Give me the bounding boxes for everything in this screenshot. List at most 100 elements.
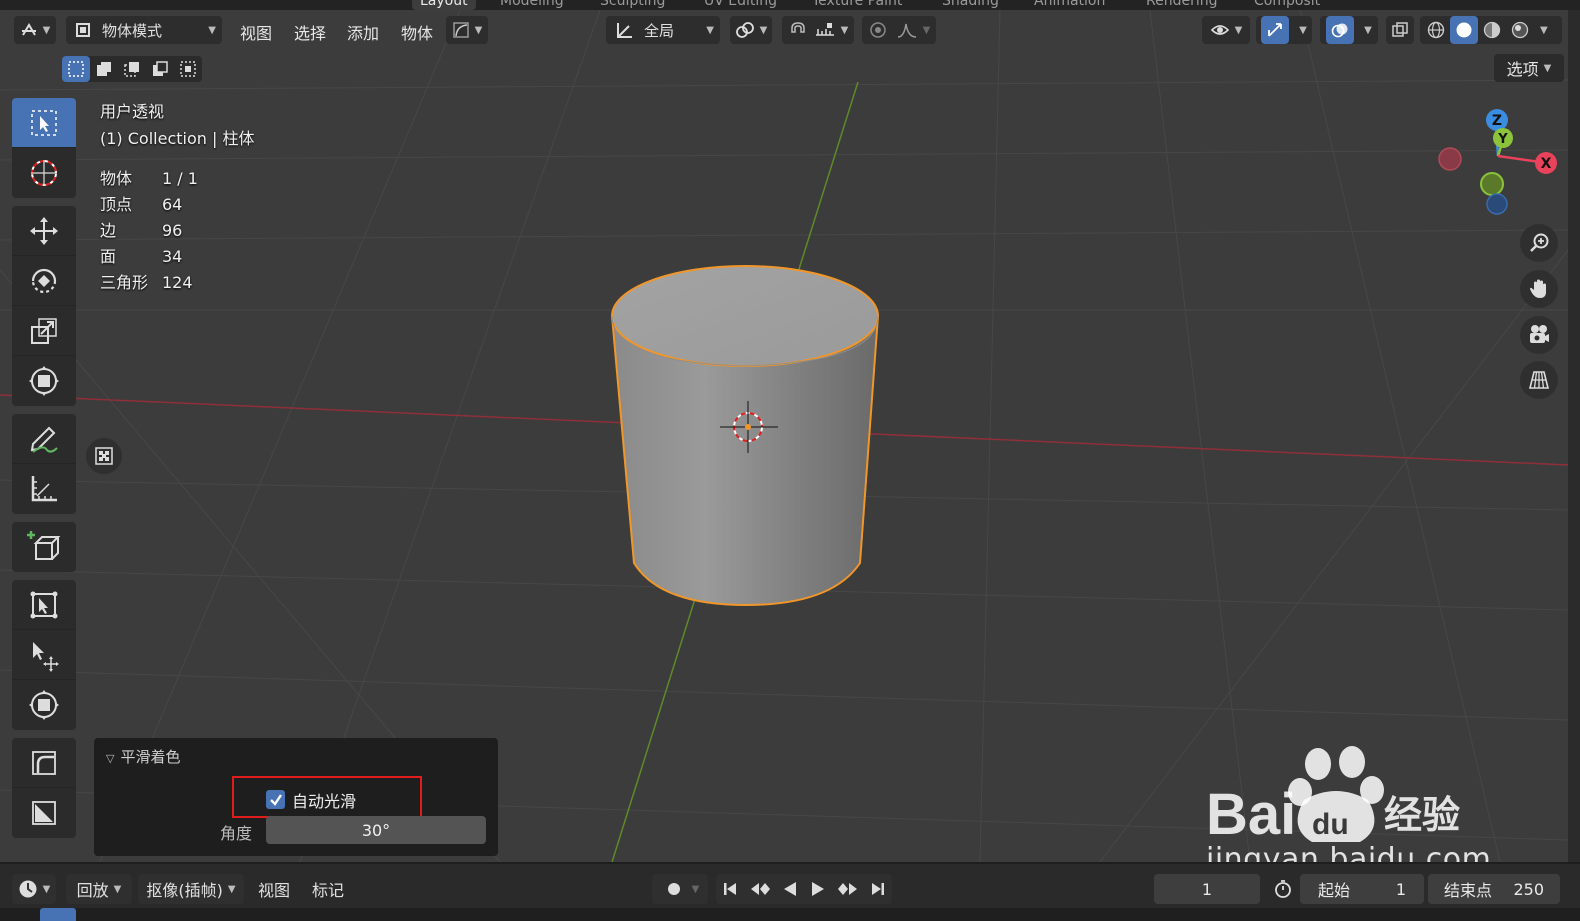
shading-rendered[interactable] [1506,16,1534,44]
perspective-toggle-button[interactable] [1520,361,1558,399]
toolbar-collapse-button[interactable] [86,438,122,474]
cursor-icon [31,160,57,186]
shading-solid[interactable] [1450,16,1478,44]
tool-transform[interactable] [12,356,76,406]
preview-range-toggle[interactable] [1268,874,1298,904]
tool-shrink[interactable] [12,788,76,838]
xray-toggle[interactable] [1386,16,1414,44]
timeline-editor-type[interactable]: ▼ [12,874,56,904]
visibility-button[interactable]: ▼ [1202,16,1250,44]
camera-view-button[interactable] [1520,316,1558,354]
neg-y-axis-handle[interactable] [1480,172,1504,196]
shading-mode-group[interactable]: ▼ [1420,16,1562,44]
select-box-icon [68,61,84,77]
shading-wireframe[interactable] [1422,16,1450,44]
start-frame-field[interactable]: 起始 1 [1300,874,1424,904]
snap-increment-icon [815,23,834,36]
jump-start-icon[interactable] [721,880,739,898]
tab-uv-editing[interactable]: UV Editing [704,0,777,10]
angle-input[interactable]: 30° [266,816,486,844]
tab-rendering[interactable]: Rendering [1146,0,1218,10]
tab-shading[interactable]: Shading [942,0,999,10]
tool-rotate[interactable] [12,256,76,306]
tool-move[interactable] [12,206,76,256]
scale-icon [31,317,57,344]
tool-shelf [12,98,76,846]
transform-affect-button[interactable]: ▼ [446,16,488,44]
gizmo-toggle-group[interactable]: ▼ [1256,16,1312,44]
menu-object[interactable]: 物体 [401,20,433,44]
tool-cursor[interactable] [12,148,76,198]
tool-add-cube[interactable] [12,522,76,572]
timeline-marker-menu[interactable]: 标记 [312,874,344,904]
x-axis-label: X [1541,156,1552,172]
auto-keying-group[interactable]: ▼ [652,874,708,904]
panel-header[interactable]: ▽ 平滑着色 [106,746,180,767]
timeline-view-menu[interactable]: 视图 [258,874,290,904]
select-intersect-icon [180,61,196,77]
select-intersect-button[interactable] [174,56,202,82]
shading-material[interactable] [1478,16,1506,44]
sidebar-edge[interactable] [1568,10,1580,862]
navigation-gizmo[interactable]: Z Y X [1430,104,1560,224]
tool-select-box[interactable] [12,98,76,148]
tool-bevel[interactable] [12,738,76,788]
pan-button[interactable] [1520,270,1558,308]
tool-edit-box[interactable] [12,580,76,630]
transform-alt-icon [29,690,59,720]
tool-measure[interactable] [12,464,76,514]
tab-animation[interactable]: Animation [1034,0,1105,10]
tab-texture-paint[interactable]: Texture Paint [812,0,902,10]
menu-view[interactable]: 视图 [240,20,272,44]
select-subtract-button[interactable] [118,56,146,82]
tool-scale[interactable] [12,306,76,356]
editor-type-button[interactable]: ▼ [14,16,56,44]
tool-transform-2[interactable] [12,680,76,730]
auto-smooth-label[interactable]: 自动光滑 [292,788,356,812]
next-keyframe-icon[interactable] [837,880,859,898]
zoom-button[interactable] [1520,224,1558,262]
tab-modeling[interactable]: Modeling [500,0,564,10]
proportional-editing-group[interactable]: ▼ [862,16,936,44]
stat-key: 面 [100,247,117,266]
transform-orientation-dropdown[interactable]: 全局 ▼ [606,16,720,44]
keying-menu[interactable]: 抠像(插帧) ▼ [138,874,244,904]
overlays-group[interactable]: ▼ [1320,16,1378,44]
overlays-toggle[interactable] [1326,16,1355,44]
select-new-button[interactable] [62,56,90,82]
play-icon[interactable] [809,880,827,898]
tool-shear[interactable] [12,630,76,680]
neg-z-axis-handle[interactable] [1486,193,1508,215]
play-reverse-icon[interactable] [781,880,799,898]
snapping-group[interactable]: ▼ [782,16,854,44]
stat-edges: 边 96 [100,218,254,244]
current-frame-field[interactable]: 1 [1154,874,1260,904]
tab-sculpting[interactable]: Sculpting [600,0,665,10]
shrink-icon [32,801,56,825]
jump-end-icon[interactable] [869,880,887,898]
auto-smooth-checkbox[interactable] [266,790,285,809]
neg-x-axis-handle[interactable] [1438,147,1462,171]
menu-select[interactable]: 选择 [294,20,326,44]
prev-keyframe-icon[interactable] [749,880,771,898]
options-label: 选项 [1506,60,1539,79]
tool-annotate[interactable] [12,414,76,464]
gizmo-toggle[interactable] [1261,16,1290,44]
cylinder-object[interactable] [611,265,879,607]
select-extend-button[interactable] [90,56,118,82]
end-frame-field[interactable]: 结束点 250 [1428,874,1560,904]
overlays-icon [1331,23,1348,38]
record-button[interactable] [661,876,687,902]
workspace-tabs-bar: Layout Modeling Sculpting UV Editing Tex… [0,0,1580,10]
tab-layout[interactable]: Layout [412,0,476,10]
z-axis-label: Z [1492,113,1502,129]
mode-dropdown[interactable]: 物体模式 ▼ [66,16,222,44]
editor-type-icon [21,23,36,36]
select-invert-button[interactable] [146,56,174,82]
stat-key: 物体 [100,169,133,188]
tab-compositing[interactable]: Composit [1254,0,1320,10]
playback-menu[interactable]: 回放 ▼ [66,874,132,904]
options-dropdown[interactable]: 选项 ▼ [1494,54,1564,82]
menu-add[interactable]: 添加 [347,20,379,44]
pivot-point-button[interactable]: ▼ [730,16,772,44]
